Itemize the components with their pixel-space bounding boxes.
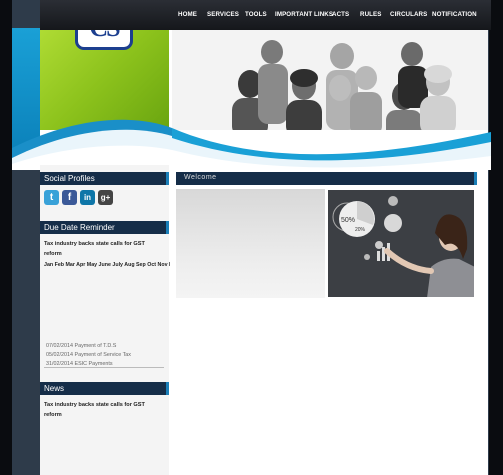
content-title: Welcome [184,174,217,181]
image-frame [327,189,475,298]
facebook-icon[interactable]: f [62,190,77,205]
due-news-line2[interactable]: reform [44,250,168,259]
month-selector[interactable]: Jan Feb Mar Apr May June July Aug Sep Oc… [44,262,170,268]
nav-acts[interactable]: ACTS [332,11,349,18]
content-image-right: 50% 20% [327,189,475,298]
payment-item[interactable]: 31/02/2014 ESIC Payments [46,361,113,366]
payment-item[interactable]: 07/02/2014 Payment of T.D.S [46,343,116,349]
payment-item[interactable]: 05/02/2014 Payment of Service Tax [46,352,131,358]
left-edge [0,0,12,475]
nav-notification[interactable]: NOTIFICATION [432,11,477,18]
news-line1[interactable]: Tax industry backs state calls for GST [44,401,168,410]
due-news-line1[interactable]: Tax industry backs state calls for GST [44,240,168,249]
linkedin-icon[interactable]: in [80,190,95,205]
top-navbar: HOME SERVICES TOOLS IMPORTANT LINKS ACTS… [40,0,491,30]
right-edge [489,0,503,475]
news-heading: News [40,382,169,395]
sidebar [40,165,169,475]
social-profiles-heading: Social Profiles [40,172,169,185]
heading-accent [474,172,477,185]
content-heading-bar: Welcome [176,172,477,185]
news-line2[interactable]: reform [44,411,168,420]
nav-circulars[interactable]: CIRCULARS [390,11,427,18]
googleplus-icon[interactable]: g+ [98,190,113,205]
header-wave [12,119,491,170]
due-date-heading: Due Date Reminder [40,221,169,234]
nav-important-links[interactable]: IMPORTANT LINKS [275,11,333,18]
nav-home[interactable]: HOME [178,11,197,18]
content-image-left [176,189,325,298]
sidebar-divider [44,367,164,368]
nav-tools[interactable]: TOOLS [245,11,267,18]
nav-services[interactable]: SERVICES [207,11,239,18]
nav-rules[interactable]: RULES [360,11,381,18]
twitter-icon[interactable]: t [44,190,59,205]
banner-image [172,30,488,130]
